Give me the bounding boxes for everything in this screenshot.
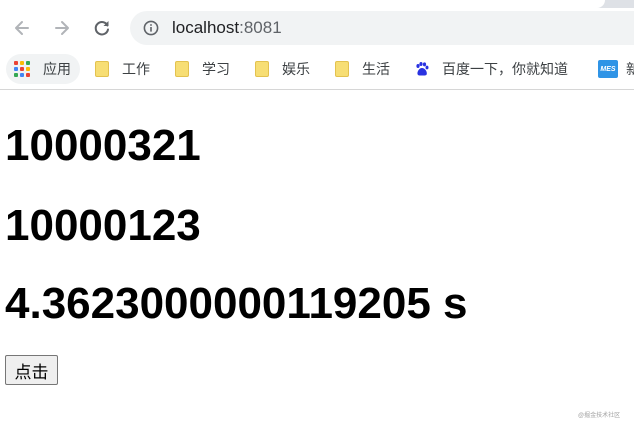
bookmark-label: 百度一下，你就知道 xyxy=(442,61,568,77)
reload-icon xyxy=(94,21,109,36)
arrow-right-icon xyxy=(55,21,69,35)
bookmark-apps-label: 应用 xyxy=(43,61,71,77)
arrow-left-icon xyxy=(15,21,29,35)
mes-icon: MES xyxy=(598,60,618,78)
tab-strip xyxy=(0,0,634,8)
folder-icon xyxy=(255,61,269,77)
info-icon[interactable] xyxy=(143,20,159,36)
bookmark-label: 生活 xyxy=(362,61,390,77)
bookmark-label: 娱乐 xyxy=(282,61,310,77)
bookmark-study[interactable]: 学习 xyxy=(175,54,230,84)
reload-button[interactable] xyxy=(88,14,116,42)
folder-icon xyxy=(335,61,349,77)
bookmark-label: 工作 xyxy=(122,61,150,77)
apps-grid-icon xyxy=(14,61,30,77)
forward-button[interactable] xyxy=(48,14,76,42)
bookmark-life[interactable]: 生活 xyxy=(335,54,390,84)
folder-icon xyxy=(95,61,109,77)
bookmark-label: 新 xyxy=(626,61,634,77)
watermark: @掘金技术社区 xyxy=(578,413,621,419)
bookmark-baidu[interactable]: 百度一下，你就知道 xyxy=(414,54,568,84)
bookmarks-bar: 应用 工作 学习 娱乐 生活 百度一下，你就知道 MES 新 xyxy=(0,48,634,90)
result-line-1: 10000321 xyxy=(5,121,201,170)
elapsed-time: 4.3623000000119205 s xyxy=(5,279,468,328)
url-text[interactable]: localhost:8081 xyxy=(172,18,282,38)
url-host: localhost xyxy=(172,18,240,37)
back-button[interactable] xyxy=(8,14,36,42)
url-port: :8081 xyxy=(239,18,282,37)
bookmark-work[interactable]: 工作 xyxy=(95,54,150,84)
click-button[interactable]: 点击 xyxy=(5,355,58,385)
browser-toolbar: localhost:8081 xyxy=(0,8,634,48)
bookmark-mes[interactable]: MES 新 xyxy=(598,54,634,84)
active-tab-edge xyxy=(0,0,605,8)
bookmark-apps[interactable]: 应用 xyxy=(6,54,80,84)
folder-icon xyxy=(175,61,189,77)
result-line-2: 10000123 xyxy=(5,201,201,250)
bookmark-entertainment[interactable]: 娱乐 xyxy=(255,54,310,84)
baidu-paw-icon xyxy=(416,62,429,76)
address-bar[interactable]: localhost:8081 xyxy=(130,11,634,45)
bookmark-label: 学习 xyxy=(202,61,230,77)
